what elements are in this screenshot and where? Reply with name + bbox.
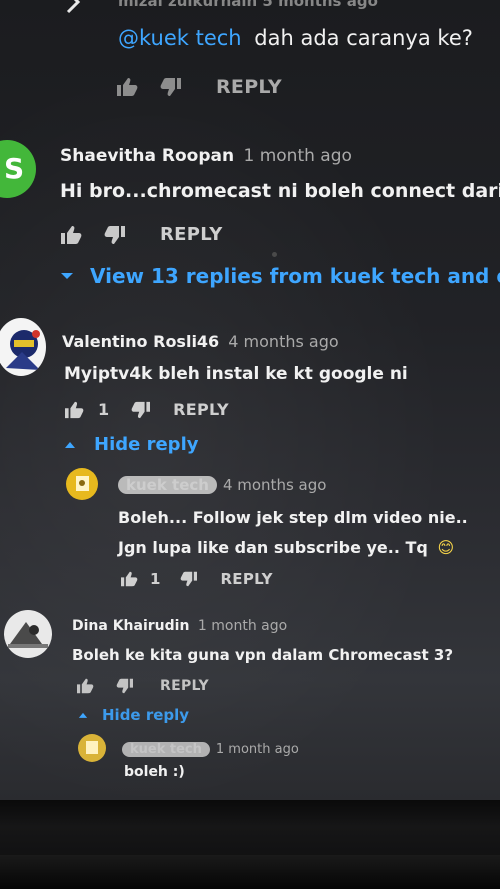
reply-text-line-2: Jgn lupa like dan subscribe ye.. Tq 😊	[118, 538, 454, 557]
dislike-button[interactable]	[116, 678, 134, 694]
avatar-image	[76, 476, 89, 491]
author-chip[interactable]: kuek tech	[118, 476, 217, 494]
view-replies-toggle[interactable]: View 13 replies from kuek tech and other…	[60, 264, 500, 288]
comment-text: Boleh ke kita guna vpn dalam Chromecast …	[72, 646, 454, 664]
dislike-button[interactable]	[160, 77, 182, 97]
top-reply-body: dah ada caranya ke?	[254, 26, 473, 50]
avatar[interactable]	[66, 468, 98, 500]
truncated-comment-header: mizal zulkurnain 5 months ago	[118, 0, 378, 10]
chevron-up-icon	[78, 711, 88, 719]
like-button[interactable]	[116, 77, 138, 97]
reply-button[interactable]: REPLY	[173, 400, 229, 419]
comment-author[interactable]: Dina Khairudin	[72, 618, 189, 634]
hide-reply-toggle[interactable]: Hide reply	[64, 434, 198, 455]
comment-time[interactable]: 4 months ago	[228, 332, 338, 351]
comment-header: Dina Khairudin 1 month ago	[72, 618, 287, 634]
like-button[interactable]	[60, 225, 82, 245]
reply-button[interactable]: REPLY	[220, 570, 272, 588]
reply-time[interactable]: 1 month ago	[216, 742, 299, 757]
comment-time[interactable]: 1 month ago	[198, 618, 287, 634]
like-count: 1	[98, 400, 110, 419]
dot	[272, 252, 277, 257]
back-arrow-icon[interactable]	[64, 0, 86, 14]
hide-reply-label: Hide reply	[102, 706, 190, 724]
like-count: 1	[150, 570, 161, 588]
hide-reply-toggle[interactable]: Hide reply	[78, 706, 189, 724]
avatar-image	[8, 622, 48, 648]
like-button[interactable]	[120, 571, 138, 587]
hide-reply-label: Hide reply	[94, 434, 199, 455]
like-button[interactable]	[64, 401, 84, 419]
comment-author[interactable]: Valentino Rosli46	[62, 332, 219, 351]
like-button[interactable]	[76, 678, 94, 694]
dislike-button[interactable]	[131, 401, 151, 419]
smile-emoji: 😊	[437, 538, 455, 557]
comment-actions: REPLY	[76, 678, 209, 694]
reply-text-line-2-body: Jgn lupa like dan subscribe ye.. Tq	[118, 538, 428, 557]
chevron-up-icon	[64, 440, 76, 449]
avatar[interactable]	[0, 318, 46, 376]
comment-time[interactable]: 1 month ago	[243, 146, 351, 166]
avatar[interactable]	[78, 734, 106, 762]
reply-text: boleh :)	[124, 764, 185, 780]
top-reply-text: @kuek tech dah ada caranya ke?	[118, 26, 473, 50]
chevron-down-icon	[60, 271, 74, 281]
mention-link[interactable]: @kuek tech	[118, 26, 242, 50]
avatar-image	[86, 741, 98, 754]
screen: mizal zulkurnain 5 months ago @kuek tech…	[0, 0, 500, 800]
comment-text: Hi bro...chromecast ni boleh connect dar…	[60, 180, 500, 202]
top-reply-actions: REPLY	[116, 76, 282, 98]
reply-button[interactable]: REPLY	[216, 76, 282, 98]
reply-header: kuek tech 1 month ago	[122, 742, 299, 757]
avatar-image	[6, 330, 40, 370]
desk	[0, 855, 500, 889]
comment-actions: 1 REPLY	[64, 400, 229, 419]
dislike-button[interactable]	[180, 571, 198, 587]
view-replies-label: View 13 replies from kuek tech and other…	[90, 264, 500, 288]
avatar-letter: S	[4, 152, 25, 185]
reply-actions: 1 REPLY	[120, 570, 273, 588]
comment-actions: REPLY	[60, 224, 223, 245]
reply-header: kuek tech 4 months ago	[118, 476, 326, 494]
reply-time[interactable]: 4 months ago	[223, 476, 326, 494]
comment-header: Shaevitha Roopan 1 month ago	[60, 146, 352, 166]
author-chip[interactable]: kuek tech	[122, 742, 210, 757]
reply-text-line-1: Boleh... Follow jek step dlm video nie..	[118, 508, 468, 527]
reply-button[interactable]: REPLY	[160, 678, 209, 694]
avatar[interactable]: S	[0, 140, 36, 198]
comment-header: Valentino Rosli46 4 months ago	[62, 332, 339, 351]
comment-text: Myiptv4k bleh instal ke kt google ni	[64, 364, 408, 384]
comment-author[interactable]: Shaevitha Roopan	[60, 146, 234, 166]
reply-button[interactable]: REPLY	[160, 224, 223, 245]
monitor-bezel	[0, 800, 500, 889]
dislike-button[interactable]	[104, 225, 126, 245]
avatar[interactable]	[4, 610, 52, 658]
